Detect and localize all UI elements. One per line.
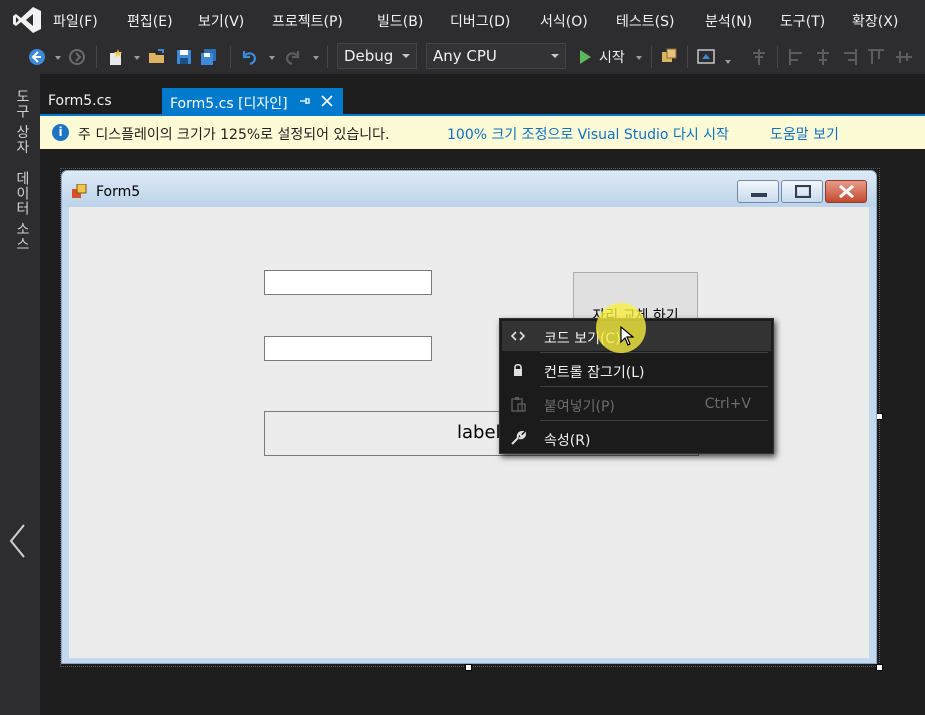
menu-view[interactable]: 보기(V) [198, 11, 244, 31]
align-to-grid-icon[interactable] [750, 48, 768, 66]
form-title: Form5 [96, 184, 141, 200]
visual-studio-logo-icon[interactable] [12, 6, 42, 34]
menu-project[interactable]: 프로젝트(P) [272, 11, 343, 31]
menu-extensions[interactable]: 확장(X) [852, 11, 898, 31]
align-center-icon[interactable] [814, 48, 832, 66]
minimize-icon [751, 193, 767, 197]
minimize-button[interactable] [737, 180, 779, 203]
menu-separator [540, 420, 768, 421]
pin-icon[interactable] [299, 96, 310, 107]
tab-label: Form5.cs [디자인] [170, 96, 288, 112]
lock-icon [514, 363, 522, 376]
menu-file[interactable]: 파일(F) [53, 11, 98, 31]
menu-debug[interactable]: 디버그(D) [450, 11, 510, 31]
form-close-button[interactable] [825, 180, 867, 203]
browse-object-icon[interactable] [660, 48, 678, 66]
menu-item-label: 붙여넣기(P) [544, 399, 615, 415]
resize-handle-bottom[interactable] [465, 664, 472, 671]
menu-tools[interactable]: 도구(T) [780, 11, 825, 31]
navigate-back-icon[interactable] [28, 48, 46, 66]
chevron-left-icon[interactable] [9, 524, 25, 558]
toolbar-separator [777, 46, 778, 68]
paste-icon [511, 397, 526, 412]
document-tab-strip: Form5.cs Form5.cs [디자인] [40, 88, 925, 114]
navigate-forward-icon[interactable] [68, 48, 86, 66]
back-history-caret-icon[interactable] [55, 56, 61, 60]
form-app-icon [72, 184, 87, 198]
solution-platform-dropdown[interactable]: Any CPU [426, 43, 566, 69]
side-tool-strip: 도구 상자 데이터 소스 [0, 74, 40, 715]
toolbar-separator [96, 46, 97, 68]
undo-caret-icon[interactable] [269, 56, 275, 60]
resize-handle-bottom-right[interactable] [876, 664, 883, 671]
side-tab-toolbox[interactable]: 도구 상자 [8, 89, 32, 154]
solution-platform-value: Any CPU [433, 47, 497, 65]
menu-separator [540, 352, 768, 353]
close-icon [839, 184, 854, 199]
align-top-icon[interactable] [867, 48, 885, 66]
restart-scaling-link[interactable]: 100% 크기 조정으로 Visual Studio 다시 시작 [447, 124, 729, 144]
menu-item-shortcut: Ctrl+V [704, 396, 751, 412]
start-caret-icon[interactable] [636, 56, 642, 60]
info-message: 주 디스플레이의 크기가 125%로 설정되어 있습니다. [78, 127, 390, 143]
menu-format[interactable]: 서식(O) [540, 11, 588, 31]
side-tab-data-sources[interactable]: 데이터 소스 [8, 171, 32, 251]
tab-form5-designer[interactable]: Form5.cs [디자인] [162, 88, 343, 114]
toolbar-separator [230, 46, 231, 68]
menu-analyze[interactable]: 분석(N) [705, 11, 752, 31]
redo-caret-icon[interactable] [313, 56, 319, 60]
maximize-icon [795, 185, 811, 198]
chevron-down-icon [551, 54, 559, 58]
code-icon [510, 331, 526, 341]
menu-item-label: 컨트롤 잠그기(L) [544, 365, 645, 381]
redo-icon[interactable] [284, 48, 302, 66]
tab-label: Form5.cs [48, 93, 112, 109]
save-all-icon[interactable] [200, 48, 218, 66]
new-project-caret-icon[interactable] [134, 56, 140, 60]
solution-configuration-value: Debug [344, 47, 394, 65]
chevron-down-icon [402, 54, 410, 58]
menu-item-lock-controls[interactable]: 컨트롤 잠그기(L) [502, 355, 771, 385]
form-title-bar[interactable]: Form5 [62, 171, 876, 207]
menu-test[interactable]: 테스트(S) [616, 11, 674, 31]
toolbar-separator [327, 46, 328, 68]
help-link[interactable]: 도움말 보기 [770, 124, 839, 144]
menu-bar: 파일(F) 편집(E) 보기(V) 프로젝트(P) 빌드(B) 디버그(D) 서… [0, 0, 925, 40]
menu-build[interactable]: 빌드(B) [377, 11, 423, 31]
menu-item-label: 속성(R) [544, 433, 591, 449]
solution-configuration-dropdown[interactable]: Debug [337, 43, 417, 69]
resize-handle-right[interactable] [876, 413, 883, 420]
toolbar-separator [687, 46, 688, 68]
browser-link-caret-icon[interactable] [725, 60, 731, 64]
menu-item-properties[interactable]: 속성(R) [502, 423, 771, 453]
align-right-icon[interactable] [840, 48, 858, 66]
undo-icon[interactable] [240, 48, 258, 66]
menu-separator [540, 386, 768, 387]
textbox-2[interactable] [264, 336, 432, 361]
dpi-info-bar: i 주 디스플레이의 크기가 125%로 설정되어 있습니다. 100% 크기 … [40, 116, 925, 149]
new-project-icon[interactable] [107, 48, 125, 66]
tab-form5-code[interactable]: Form5.cs [40, 88, 120, 114]
menu-item-paste[interactable]: 붙여넣기(P) Ctrl+V [502, 389, 771, 419]
close-icon[interactable] [321, 95, 333, 107]
mouse-pointer-icon [620, 326, 634, 346]
start-play-icon[interactable] [576, 48, 594, 66]
align-middle-icon[interactable] [895, 48, 913, 66]
browser-link-icon[interactable] [697, 48, 715, 66]
save-icon[interactable] [175, 48, 193, 66]
textbox-1[interactable] [264, 270, 432, 295]
maximize-button[interactable] [781, 180, 823, 203]
align-left-icon[interactable] [788, 48, 806, 66]
menu-edit[interactable]: 편집(E) [127, 11, 173, 31]
info-icon: i [52, 124, 69, 141]
toolbar-separator [651, 46, 652, 68]
wrench-icon [511, 430, 526, 445]
open-folder-icon[interactable] [148, 48, 166, 66]
start-label[interactable]: 시작 [599, 47, 625, 67]
